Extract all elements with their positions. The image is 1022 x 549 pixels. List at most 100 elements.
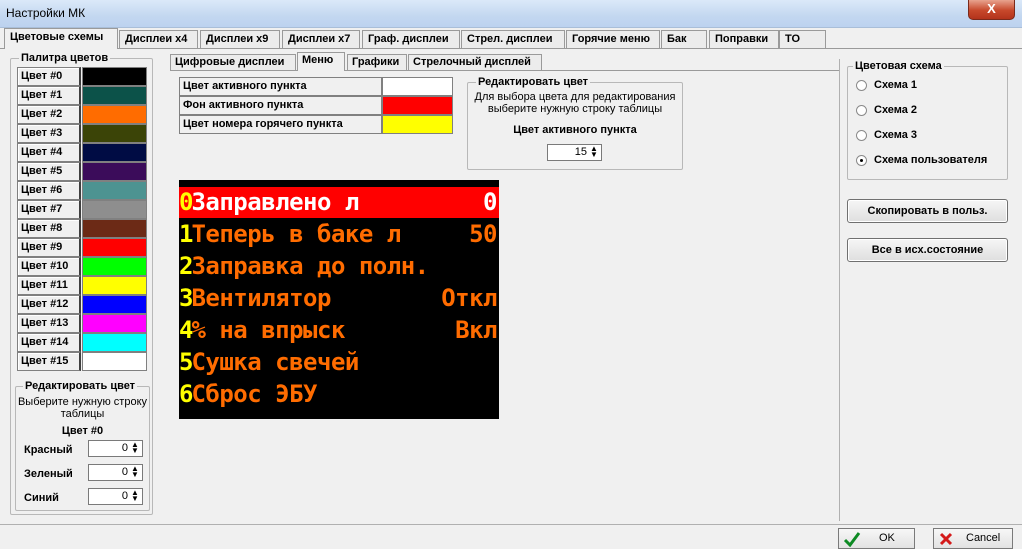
menu-preview-line: 2Заправка до полн. [179,251,499,282]
menu-line-text: Вентилятор [191,284,331,312]
menu-preview-line: 5Сушка свечей [179,347,499,378]
palette-swatch[interactable] [82,200,147,219]
spin-arrows-icon[interactable]: ▲ ▼ [129,465,141,479]
palette-swatch[interactable] [82,333,147,352]
menu-color-label: Цвет номера горячего пункта [179,115,382,134]
palette-row[interactable]: Цвет #4 [17,143,147,162]
tab-displays-x7[interactable]: Дисплеи x7 [282,30,360,48]
palette-row-label: Цвет #15 [17,352,81,371]
spin-arrows-icon[interactable]: ▲ ▼ [588,145,600,159]
tab-tank[interactable]: Бак [661,30,707,48]
menu-line-number: 2 [179,252,194,280]
palette-row[interactable]: Цвет #15 [17,352,147,371]
subtab-arrow-display[interactable]: Стрелочный дисплей [408,54,542,70]
palette-row-label: Цвет #12 [17,295,81,314]
palette-row[interactable]: Цвет #6 [17,181,147,200]
palette-row[interactable]: Цвет #8 [17,219,147,238]
menu-color-spinbox[interactable]: 15 ▲ ▼ [547,144,602,161]
tab-strip-border [0,48,1022,49]
palette-row-label: Цвет #3 [17,124,81,143]
palette-swatch[interactable] [82,314,147,333]
reset-all-button[interactable]: Все в исх.состояние [847,238,1008,262]
menu-color-row[interactable]: Фон активного пункта [179,96,453,115]
spin-arrows-icon[interactable]: ▲ ▼ [129,441,141,455]
menu-line-value: 0 [483,188,497,216]
menu-color-row[interactable]: Цвет активного пункта [179,77,453,96]
palette-row[interactable]: Цвет #0 [17,67,147,86]
palette-edit-hint: Выберите нужную строку таблицы [17,396,148,420]
scheme-radio-label: Схема 2 [874,104,918,116]
menu-edit-title: Редактировать цвет [476,76,591,88]
menu-line-number: 5 [179,348,194,376]
tab-displays-x4[interactable]: Дисплеи x4 [119,30,198,48]
palette-swatch[interactable] [82,219,147,238]
red-label: Красный [24,444,73,456]
palette-row[interactable]: Цвет #11 [17,276,147,295]
palette-row[interactable]: Цвет #10 [17,257,147,276]
palette-row[interactable]: Цвет #14 [17,333,147,352]
palette-row[interactable]: Цвет #12 [17,295,147,314]
palette-title: Палитра цветов [19,52,111,64]
palette-edit-title: Редактировать цвет [23,380,138,392]
close-button[interactable]: X [968,0,1015,20]
palette-swatch[interactable] [82,257,147,276]
palette-edit-selected: Цвет #0 [61,425,104,437]
window-title: Настройки МК [6,6,86,20]
palette-row-label: Цвет #1 [17,86,81,105]
palette-swatch[interactable] [82,143,147,162]
tab-arrow-displays[interactable]: Стрел. дисплеи [461,30,565,48]
tab-maintenance[interactable]: ТО [779,30,826,48]
palette-swatch[interactable] [82,105,147,124]
palette-row[interactable]: Цвет #3 [17,124,147,143]
palette-row[interactable]: Цвет #9 [17,238,147,257]
copy-to-user-button[interactable]: Скопировать в польз. [847,199,1008,223]
menu-line-text: Заправка до полн. [191,252,429,280]
tab-graph-displays[interactable]: Граф. дисплеи [362,30,460,48]
palette-row[interactable]: Цвет #7 [17,200,147,219]
subtab-menu[interactable]: Меню [297,52,345,71]
palette-swatch[interactable] [82,238,147,257]
palette-swatch[interactable] [82,276,147,295]
palette-row-label: Цвет #5 [17,162,81,181]
palette-swatch[interactable] [82,86,147,105]
palette-row-label: Цвет #8 [17,219,81,238]
palette-swatch[interactable] [82,162,147,181]
subtab-graphs[interactable]: Графики [347,54,407,70]
palette-swatch[interactable] [82,124,147,143]
tab-hot-menus[interactable]: Горячие меню [566,30,660,48]
red-spinbox[interactable]: 0 ▲ ▼ [88,440,143,457]
cancel-button[interactable]: Cancel [933,528,1013,549]
ok-button[interactable]: OK [838,528,915,549]
palette-swatch[interactable] [82,181,147,200]
radio-circle-icon[interactable] [856,80,867,91]
radio-circle-icon[interactable] [856,105,867,116]
tab-displays-x9[interactable]: Дисплеи x9 [200,30,280,48]
radio-circle-icon[interactable] [856,155,867,166]
palette-swatch[interactable] [82,295,147,314]
menu-color-row[interactable]: Цвет номера горячего пункта [179,115,453,134]
spin-arrows-icon[interactable]: ▲ ▼ [129,489,141,503]
palette-row-label: Цвет #13 [17,314,81,333]
blue-spinbox[interactable]: 0 ▲ ▼ [88,488,143,505]
palette-swatch[interactable] [82,67,147,86]
menu-color-value: 15 [574,146,587,158]
tab-color-schemes[interactable]: Цветовые схемы [4,28,118,49]
subtab-strip-border [170,70,840,71]
menu-line-text: Заправлено л [191,188,359,216]
menu-color-swatch[interactable] [382,96,453,115]
blue-value: 0 [121,490,128,502]
menu-preview: 0Заправлено л 0 1Теперь в баке л 50 2Заправк… [179,180,499,419]
palette-row[interactable]: Цвет #1 [17,86,147,105]
green-spinbox[interactable]: 0 ▲ ▼ [88,464,143,481]
radio-circle-icon[interactable] [856,130,867,141]
menu-color-swatch[interactable] [382,77,453,96]
menu-color-swatch[interactable] [382,115,453,134]
tab-corrections[interactable]: Поправки [709,30,779,48]
ok-label: OK [879,532,895,544]
palette-swatch[interactable] [82,352,147,371]
palette-row[interactable]: Цвет #5 [17,162,147,181]
palette-row[interactable]: Цвет #13 [17,314,147,333]
palette-row[interactable]: Цвет #2 [17,105,147,124]
subtab-digital-displays[interactable]: Цифровые дисплеи [170,54,296,70]
footer-divider [0,524,1022,525]
